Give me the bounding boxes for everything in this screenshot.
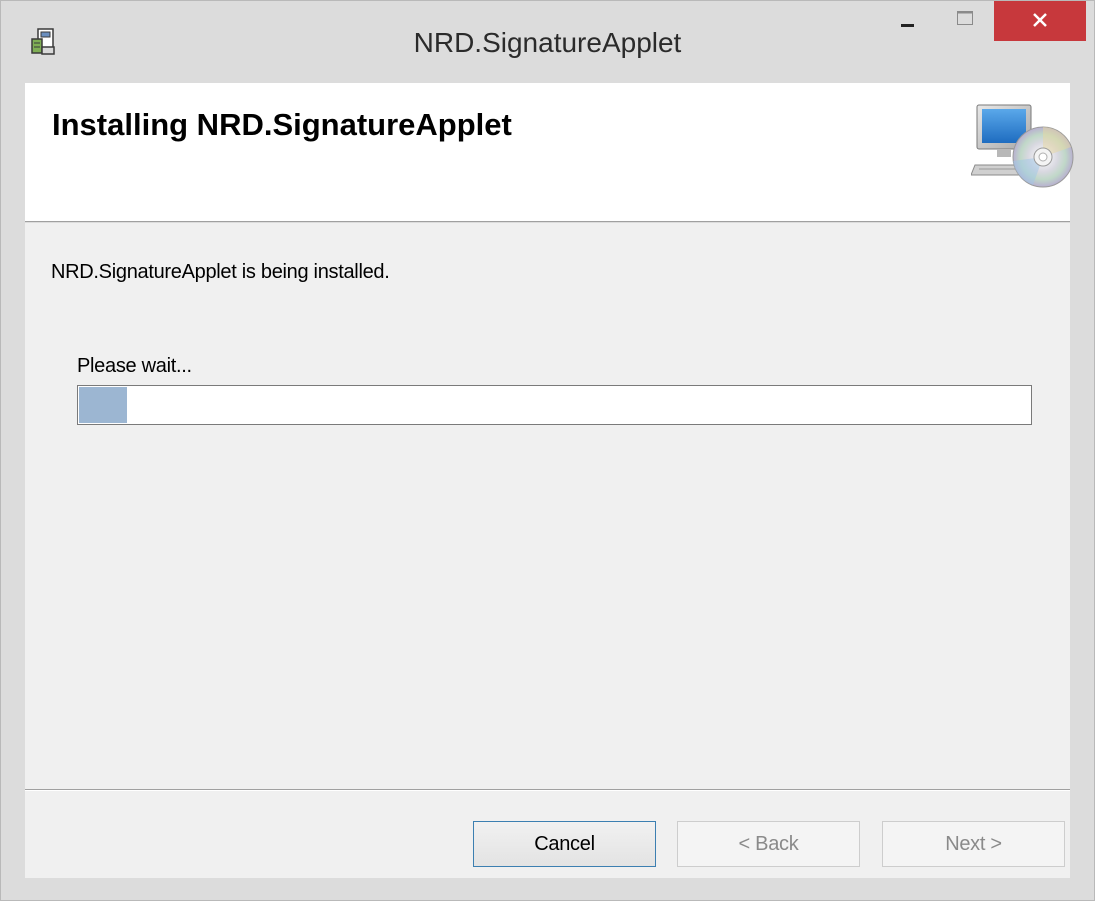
cancel-button[interactable]: Cancel xyxy=(473,821,656,867)
page-title: Installing NRD.SignatureApplet xyxy=(52,107,512,142)
wait-label: Please wait... xyxy=(77,355,192,377)
close-icon xyxy=(1033,13,1047,27)
progress-fill xyxy=(79,387,127,423)
progress-bar xyxy=(77,385,1032,425)
window-frame-left xyxy=(1,83,25,900)
content-area: NRD.SignatureApplet is being installed. … xyxy=(25,223,1070,789)
window-frame-right xyxy=(1070,83,1094,900)
close-button[interactable] xyxy=(994,1,1086,41)
button-bar: Cancel < Back Next > xyxy=(25,791,1070,878)
minimize-button[interactable] xyxy=(881,1,933,41)
window-frame-bottom xyxy=(1,878,1094,900)
header-banner: Installing NRD.SignatureApplet xyxy=(25,83,1074,222)
minimize-icon xyxy=(901,24,914,27)
status-message: NRD.SignatureApplet is being installed. xyxy=(51,261,390,283)
installer-window: NRD.SignatureApplet Installing NRD.Signa… xyxy=(0,0,1095,901)
back-button[interactable]: < Back xyxy=(677,821,860,867)
maximize-button[interactable] xyxy=(939,1,991,41)
computer-cd-icon xyxy=(971,104,1074,188)
maximize-icon xyxy=(957,11,973,25)
next-button[interactable]: Next > xyxy=(882,821,1065,867)
title-bar[interactable]: NRD.SignatureApplet xyxy=(1,1,1094,83)
